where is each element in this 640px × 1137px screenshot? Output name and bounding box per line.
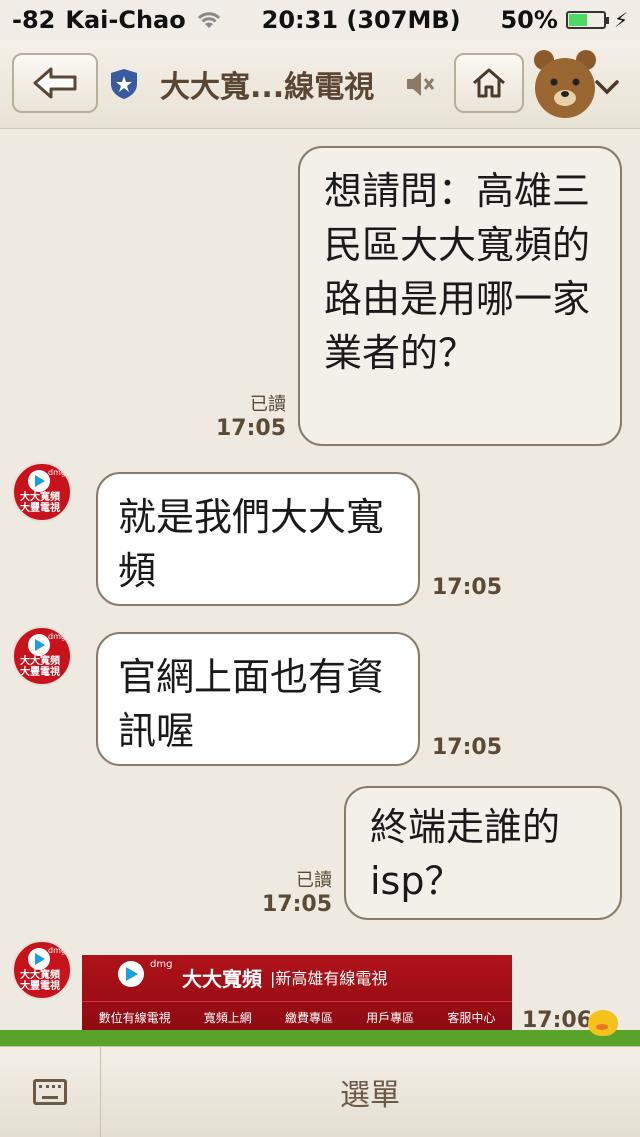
battery-percent: 50% <box>500 6 558 34</box>
message-time: 17:05 <box>215 416 286 441</box>
carrier-name: Kai-Chao <box>65 6 186 34</box>
banner-subtitle-text: 新高雄有線電視 <box>275 969 388 988</box>
banner-dmg-text: dmg <box>150 959 173 970</box>
duck-sticker-icon <box>588 1010 618 1036</box>
menu-button[interactable]: 選單 <box>100 1047 640 1137</box>
avatar-dmg-text: dmg <box>48 468 66 477</box>
status-bar: -82 Kai-Chao 20:31 (307MB) 50% ⚡ <box>0 0 640 40</box>
home-icon <box>473 68 505 98</box>
banner-nav-item: 繳費專區 <box>284 1010 333 1025</box>
read-receipt: 已讀 <box>250 394 286 415</box>
message-meta: 已讀 17:05 <box>256 866 332 917</box>
message-time: 17:05 <box>432 735 503 760</box>
avatar-label: 大大寬頻 大豐電視 <box>20 492 60 514</box>
message-bubble-incoming[interactable]: 官網上面也有資訊喔 <box>96 632 420 766</box>
charging-icon: ⚡ <box>613 8 628 32</box>
banner-nav-item: 數位有線電視 <box>98 1010 171 1025</box>
message-bubble-incoming[interactable]: 就是我們大大寬頻 <box>96 472 420 606</box>
back-arrow-icon <box>33 67 77 99</box>
avatar-label-2: 大豐電視 <box>20 981 60 992</box>
dmg-logo-icon <box>28 948 50 970</box>
home-button[interactable] <box>454 53 524 113</box>
brown-bear-sticker-icon[interactable] <box>530 46 600 122</box>
chat-title: 大大寬...線電視 <box>160 70 375 105</box>
banner-nav-item: 用戶專區 <box>366 1010 415 1025</box>
avatar-label: 大大寬頻 大豐電視 <box>20 656 60 678</box>
dmg-logo-icon <box>118 961 144 987</box>
banner-brand: 大大寬頻 <box>182 967 262 991</box>
message-time: 17:05 <box>261 892 332 917</box>
read-receipt: 已讀 <box>296 870 332 891</box>
avatar-label: 大大寬頻 大豐電視 <box>20 970 60 992</box>
avatar[interactable]: dmg 大大寬頻 大豐電視 <box>12 940 72 1000</box>
back-button[interactable] <box>12 53 98 113</box>
signal-strength: -82 <box>12 6 56 34</box>
chat-header: 大大寬...線電視 <box>0 40 640 129</box>
keyboard-icon <box>33 1079 67 1105</box>
grass-decoration <box>0 1030 640 1046</box>
banner-nav-item: 寬頻上網 <box>203 1010 252 1025</box>
message-time: 17:05 <box>432 575 503 600</box>
avatar-dmg-text: dmg <box>48 632 66 641</box>
website-banner-image[interactable]: dmg 大大寬頻 |新高雄有線電視 數位有線電視 寬頻上網 繳費專區 用戶專區 … <box>82 955 512 1031</box>
banner-nav-item: 客服中心 <box>447 1010 496 1025</box>
message-bubble-outgoing[interactable]: 終端走誰的isp？ <box>344 786 622 920</box>
official-account-shield-icon <box>111 69 137 99</box>
avatar-dmg-text: dmg <box>48 946 66 955</box>
message-meta: 已讀 17:05 <box>210 390 286 441</box>
wifi-icon <box>197 12 220 28</box>
avatar-label-1: 大大寬頻 <box>20 656 60 667</box>
mute-icon[interactable] <box>404 68 436 100</box>
avatar-label-1: 大大寬頻 <box>20 970 60 981</box>
clock-memory: 20:31 (307MB) <box>261 6 461 34</box>
banner-subtitle: |新高雄有線電視 <box>270 969 388 988</box>
avatar-label-2: 大豐電視 <box>20 503 60 514</box>
message-bubble-outgoing[interactable]: 想請問：高雄三民區大大寬頻的路由是用哪一家業者的？ <box>298 146 622 446</box>
chevron-down-icon[interactable] <box>594 78 620 96</box>
dmg-logo-icon <box>28 470 50 492</box>
avatar[interactable]: dmg 大大寬頻 大豐電視 <box>12 626 72 686</box>
avatar-label-1: 大大寬頻 <box>20 492 60 503</box>
avatar[interactable]: dmg 大大寬頻 大豐電視 <box>12 462 72 522</box>
battery-icon <box>565 11 609 29</box>
avatar-label-2: 大豐電視 <box>20 667 60 678</box>
banner-nav: 數位有線電視 寬頻上網 繳費專區 用戶專區 客服中心 <box>82 1001 512 1032</box>
dmg-logo-icon <box>28 634 50 656</box>
bottom-bar: 選單 <box>0 1046 640 1137</box>
keyboard-button[interactable] <box>0 1047 101 1137</box>
